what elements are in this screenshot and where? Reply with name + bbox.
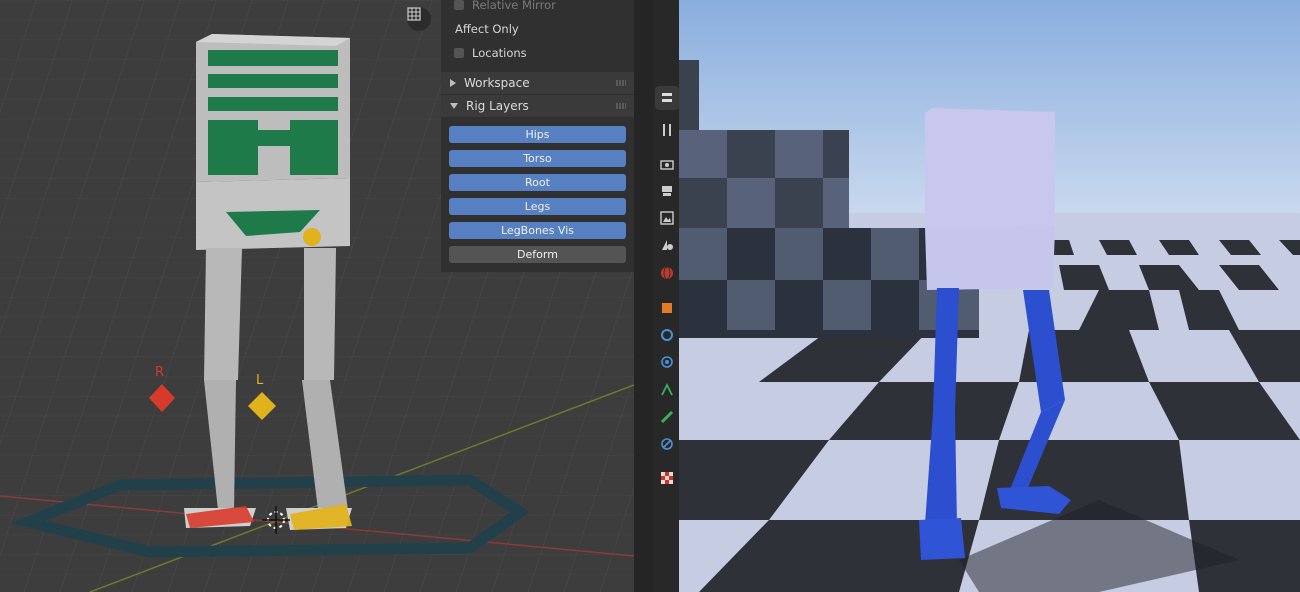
layer-label: Root [525,176,550,189]
workspace-panel-header[interactable]: Workspace [441,72,634,94]
layer-label: LegBones Vis [501,224,574,237]
relative-mirror-label: Relative Mirror [472,0,556,12]
layer-button-deform[interactable]: Deform [449,246,626,263]
layer-button-legbones-vis[interactable]: LegBones Vis [449,222,626,239]
object-icon[interactable] [658,299,676,317]
locations-label: Locations [472,46,527,60]
affect-only-row: Affect Only [441,18,634,40]
collapse-arrow-icon [450,79,456,87]
expand-arrow-icon [450,103,458,109]
rig-head[interactable] [196,34,350,182]
texture-icon[interactable] [658,469,676,487]
tool-settings-icon[interactable] [655,86,679,110]
output-icon[interactable] [658,182,676,200]
scene-icon[interactable] [658,236,676,254]
workspace-header-label: Workspace [464,76,530,90]
character-leg-right-upper[interactable] [933,288,959,412]
character-head[interactable] [925,108,1055,228]
physics-icon[interactable] [658,381,676,399]
character-foot-right[interactable] [919,518,965,560]
drag-handle-icon[interactable] [616,80,626,86]
rig-layers-header-label: Rig Layers [466,99,529,113]
view-layer-icon[interactable] [658,209,676,227]
layer-button-hips[interactable]: Hips [449,126,626,143]
particles-icon[interactable] [658,353,676,371]
relative-mirror-row[interactable]: Relative Mirror [441,0,634,16]
world-icon[interactable] [658,264,676,282]
layer-label: Legs [524,200,551,213]
render-icon[interactable] [658,155,676,173]
modifier-icon[interactable] [658,326,676,344]
constraints-icon[interactable] [658,408,676,426]
layer-label: Hips [525,128,550,141]
rig-layers-panel-header[interactable]: Rig Layers [441,95,634,117]
grid-toggle-button[interactable] [407,7,431,31]
layer-button-torso[interactable]: Torso [449,150,626,167]
tool-icon[interactable] [658,121,676,139]
bone-label-l: L [256,373,264,388]
drag-handle-icon[interactable] [616,103,626,109]
grid-icon [407,7,421,21]
locations-row[interactable]: Locations [441,42,634,64]
game-view[interactable] [679,0,1300,592]
locations-checkbox[interactable] [454,48,464,58]
rig-torso[interactable] [196,178,350,250]
bone-label-r: R [155,365,164,380]
layer-button-legs[interactable]: Legs [449,198,626,215]
torso-ik-handle[interactable] [303,228,321,246]
layer-label: Deform [517,248,558,261]
sidebar-panel: Relative Mirror Affect Only Locations Wo… [441,0,634,272]
3d-viewport[interactable]: R L Relative Mirror Affect Only Location… [0,0,634,592]
object-data-icon[interactable] [658,435,676,453]
relative-mirror-checkbox[interactable] [454,0,464,10]
background-block-upper [679,130,849,230]
properties-tab-strip [634,0,679,592]
character-torso[interactable] [925,226,1055,290]
layer-button-root[interactable]: Root [449,174,626,191]
game-scene [679,0,1300,592]
affect-only-label: Affect Only [455,22,519,36]
layer-label: Torso [523,152,552,165]
